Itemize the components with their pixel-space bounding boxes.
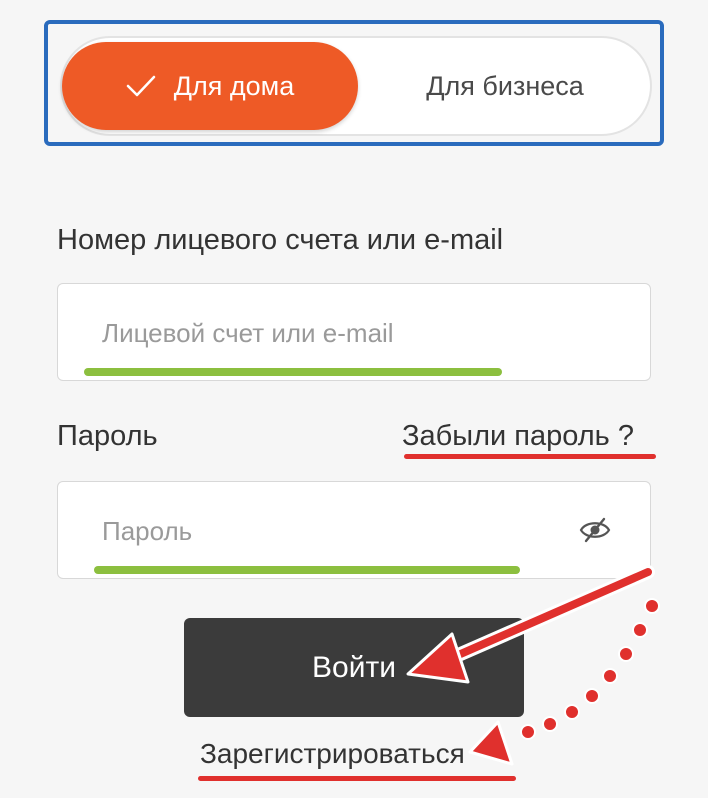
password-field [57, 481, 651, 579]
password-label: Пароль [57, 420, 158, 452]
login-button[interactable]: Войти [184, 618, 524, 717]
tab-business[interactable]: Для бизнеса [360, 42, 650, 130]
account-field [57, 283, 651, 381]
tab-business-label: Для бизнеса [426, 70, 584, 101]
annotation-underline-forgot [404, 454, 656, 459]
account-input[interactable] [100, 310, 564, 356]
eye-off-icon[interactable] [578, 516, 612, 549]
tab-home-label: Для дома [173, 70, 295, 101]
account-label: Номер лицевого счета или e-mail [57, 224, 504, 256]
login-button-label: Войти [312, 650, 396, 684]
annotation-underline-register [198, 776, 516, 781]
check-icon [126, 74, 156, 98]
tab-home[interactable]: Для дома [62, 42, 358, 130]
login-page: Для дома Для бизнеса Номер лицевого счет… [0, 0, 708, 798]
forgot-password-link[interactable]: Забыли пароль ? [402, 420, 634, 453]
annotation-underline-account [84, 368, 502, 376]
annotation-underline-password [94, 566, 520, 574]
password-input[interactable] [100, 508, 564, 554]
register-link[interactable]: Зарегистрироваться [200, 738, 465, 770]
